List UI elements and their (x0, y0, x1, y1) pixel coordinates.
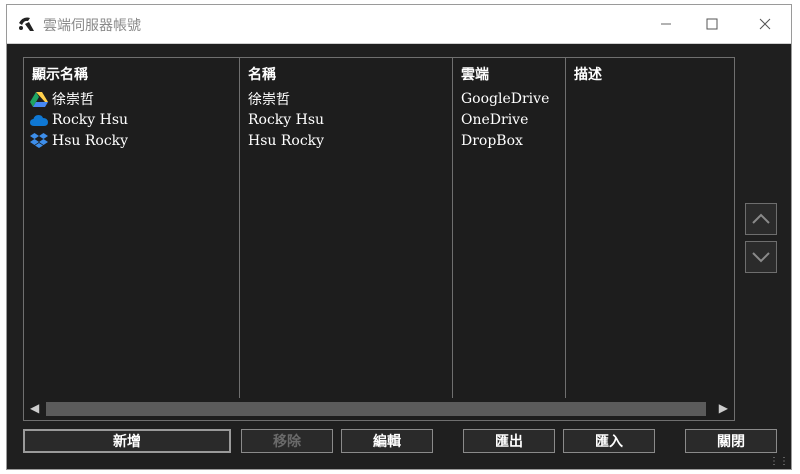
horizontal-scrollbar[interactable]: ◀ ▶ (24, 398, 734, 420)
name-cell[interactable]: 徐崇哲 (248, 88, 290, 109)
column-cloud: 雲端 GoogleDrive OneDrive DropBox (453, 58, 566, 398)
cloud-cell[interactable]: GoogleDrive (461, 88, 549, 109)
dropbox-icon (30, 132, 48, 149)
export-button[interactable]: 匯出 (463, 429, 555, 453)
close-icon (759, 18, 771, 30)
app-logo-icon (19, 17, 34, 31)
list-item[interactable]: 徐崇哲 (30, 88, 94, 109)
google-drive-icon (30, 91, 48, 107)
title-bar[interactable]: 雲端伺服器帳號 (7, 5, 791, 44)
chevron-down-icon (752, 252, 770, 263)
display-name-text: 徐崇哲 (52, 91, 94, 108)
add-button[interactable]: 新增 (23, 429, 231, 453)
import-button[interactable]: 匯入 (563, 429, 655, 453)
scrollbar-thumb[interactable] (46, 402, 706, 416)
column-description: 描述 (566, 58, 734, 398)
cloud-accounts-window: 雲端伺服器帳號 顯示名稱 徐崇哲 Rocky Hsu Hsu Rocky 名稱 … (6, 4, 792, 470)
name-cell[interactable]: Rocky Hsu (248, 109, 324, 130)
name-cell[interactable]: Hsu Rocky (248, 130, 324, 151)
column-header-cloud[interactable]: 雲端 (461, 64, 489, 84)
scroll-right-icon[interactable]: ▶ (719, 401, 728, 415)
cloud-cell[interactable]: OneDrive (461, 109, 528, 130)
close-window-button[interactable] (740, 5, 790, 43)
close-button[interactable]: 關閉 (685, 429, 777, 453)
display-name-text: Hsu Rocky (52, 132, 129, 149)
minimize-button[interactable] (641, 5, 691, 43)
onedrive-icon (30, 112, 48, 128)
move-up-button[interactable] (745, 203, 777, 235)
chevron-up-icon (752, 213, 770, 224)
window-title: 雲端伺服器帳號 (43, 18, 141, 34)
scroll-left-icon[interactable]: ◀ (30, 401, 39, 415)
remove-button[interactable]: 移除 (241, 429, 333, 453)
column-display-name: 顯示名稱 徐崇哲 Rocky Hsu Hsu Rocky (24, 58, 240, 398)
list-item[interactable]: Rocky Hsu (30, 109, 128, 130)
column-header-description[interactable]: 描述 (574, 64, 602, 84)
resize-grip-icon[interactable]: ⋮⋮ (769, 457, 789, 467)
column-header-display-name[interactable]: 顯示名稱 (32, 64, 88, 84)
maximize-button[interactable] (687, 5, 737, 43)
list-item[interactable]: Hsu Rocky (30, 130, 128, 151)
minimize-icon (661, 23, 671, 25)
column-header-name[interactable]: 名稱 (248, 64, 276, 84)
maximize-icon (706, 18, 718, 30)
display-name-text: Rocky Hsu (52, 111, 129, 128)
accounts-list[interactable]: 顯示名稱 徐崇哲 Rocky Hsu Hsu Rocky 名稱 徐崇哲 Rock… (23, 57, 735, 421)
move-down-button[interactable] (745, 241, 777, 273)
edit-button[interactable]: 編輯 (341, 429, 433, 453)
cloud-cell[interactable]: DropBox (461, 130, 523, 151)
column-name: 名稱 徐崇哲 Rocky Hsu Hsu Rocky (240, 58, 453, 398)
